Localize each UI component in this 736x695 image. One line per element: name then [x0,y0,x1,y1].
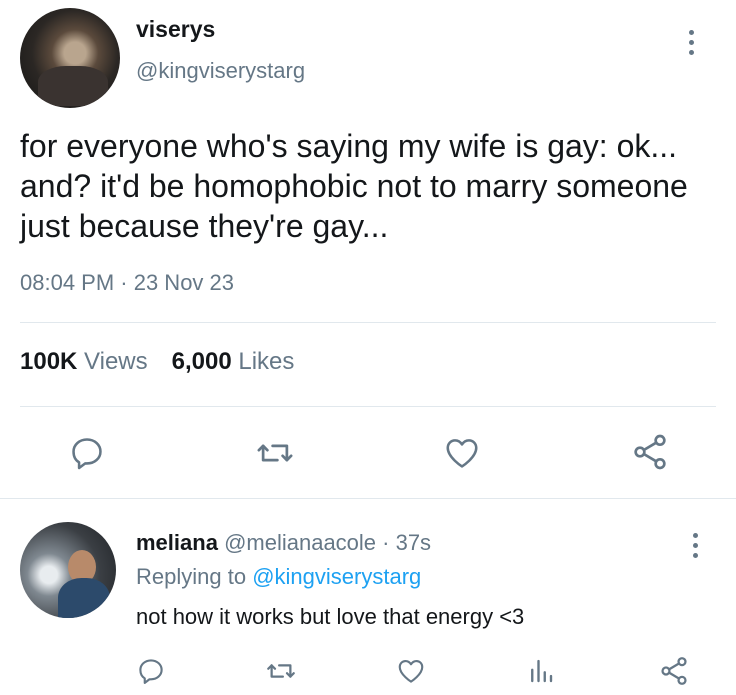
share-icon [634,434,666,470]
divider [20,322,716,323]
user-handle[interactable]: @kingviserystarg [136,58,305,84]
retweet-icon [267,664,295,678]
tweet-timestamp[interactable]: 08:04 PM · 23 Nov 23 [20,270,234,296]
likes-label: Likes [238,348,295,375]
like-button[interactable] [396,656,426,686]
main-tweet: viserys @kingviserystarg for everyone wh… [0,0,736,500]
tweet-text: for everyone who's saying my wife is gay… [20,128,688,244]
avatar[interactable] [20,522,116,618]
reply-button[interactable] [136,656,166,686]
heart-icon [398,659,424,683]
reply-handle-time[interactable]: @melianaacole · 37s [224,530,431,555]
reply-header: meliana @melianaacole · 37s [136,530,431,556]
avatar[interactable] [20,8,120,108]
views-count: 100K [20,348,78,375]
retweet-button[interactable] [255,434,295,472]
share-button[interactable] [658,655,690,687]
more-dot [692,552,698,558]
analytics-button[interactable] [526,656,556,686]
replying-to: Replying to @kingviserystarg [136,564,421,590]
tweet-stats: 100K Views 6,000 Likes [20,348,294,376]
more-dot [688,49,694,55]
reply-display-name[interactable]: meliana [136,530,218,555]
likes-stat[interactable]: 6,000 Likes [172,348,295,376]
more-dot [692,542,698,548]
analytics-icon [531,659,553,683]
display-name[interactable]: viserys [136,16,215,43]
reply-text: not how it works but love that energy <3 [136,604,525,629]
retweet-icon [257,444,293,462]
reply-button[interactable] [68,434,106,472]
more-options-button[interactable] [676,22,706,62]
more-dot [692,532,698,538]
reply-icon [72,438,102,470]
views-label: Views [84,348,148,375]
like-button[interactable] [442,434,482,472]
share-icon [661,657,687,685]
tweet-separator [0,498,736,499]
more-dot [688,29,694,35]
more-dot [688,39,694,45]
heart-icon [446,439,478,468]
more-options-button[interactable] [680,527,710,563]
views-stat[interactable]: 100K Views [20,348,148,376]
divider [20,406,716,407]
reply-icon [139,659,163,684]
replying-prefix: Replying to [136,564,247,589]
retweet-button[interactable] [266,656,296,686]
share-button[interactable] [630,432,670,472]
likes-count: 6,000 [171,348,232,375]
replying-mention-link[interactable]: @kingviserystarg [252,564,421,589]
